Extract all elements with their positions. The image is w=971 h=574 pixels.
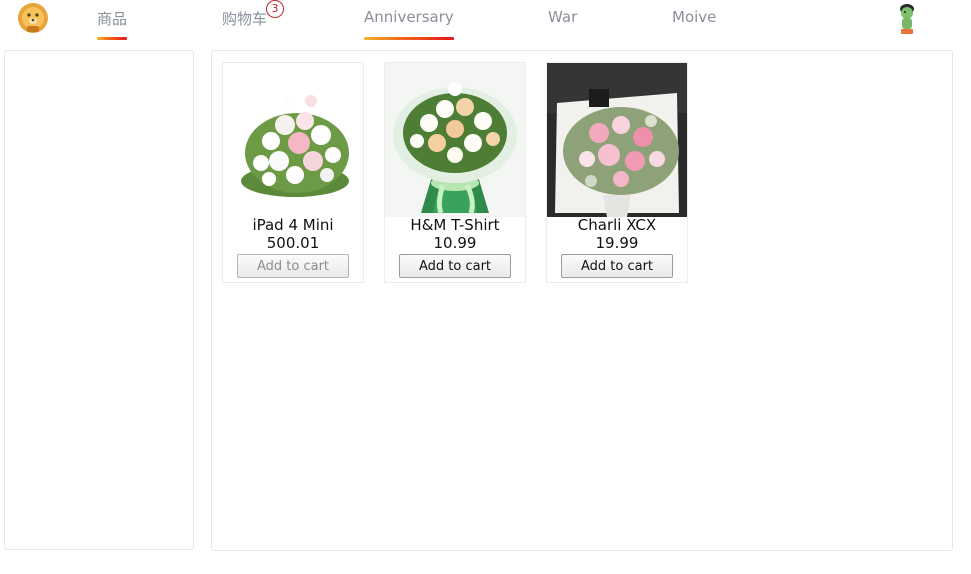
product-name: H&M T-Shirt bbox=[410, 216, 500, 234]
add-to-cart-button[interactable]: Add to cart bbox=[399, 254, 511, 278]
nav-tab-label: Moive bbox=[672, 8, 717, 26]
product-card: Charli XCX 19.99 Add to cart bbox=[546, 62, 688, 283]
add-to-cart-button[interactable]: Add to cart bbox=[237, 254, 349, 278]
top-nav: 商品 购物车 3 Anniversary War Moive bbox=[0, 0, 971, 46]
nav-tab-war[interactable]: War bbox=[548, 8, 577, 28]
product-card: H&M T-Shirt 10.99 Add to cart bbox=[384, 62, 526, 283]
product-name: Charli XCX bbox=[577, 216, 657, 234]
nav-tab-moive[interactable]: Moive bbox=[672, 8, 716, 28]
product-list-panel: iPad 4 Mini 500.01 Add to cart H&M T-Shi… bbox=[211, 50, 953, 551]
nav-tab-label: War bbox=[548, 8, 578, 26]
lion-logo-icon[interactable] bbox=[16, 2, 50, 34]
sidebar-panel bbox=[4, 50, 194, 550]
active-tab-underline bbox=[97, 37, 128, 40]
product-price: 500.01 bbox=[266, 234, 320, 252]
active-tab-underline bbox=[364, 37, 454, 40]
nav-tab-cart[interactable]: 购物车 3 bbox=[222, 0, 285, 28]
pink-rose-bouquet-image[interactable] bbox=[547, 63, 687, 217]
cart-count-badge: 3 bbox=[266, 0, 285, 18]
nav-tab-anniversary[interactable]: Anniversary bbox=[364, 8, 454, 40]
add-to-cart-button[interactable]: Add to cart bbox=[561, 254, 673, 278]
nav-tab-label: 购物车 bbox=[222, 10, 268, 28]
nav-tab-label: Anniversary bbox=[364, 8, 454, 26]
lily-rose-bouquet-image[interactable] bbox=[385, 63, 525, 217]
nav-tab-label: 商品 bbox=[97, 10, 128, 28]
product-name: iPad 4 Mini bbox=[252, 216, 334, 234]
product-price: 19.99 bbox=[595, 234, 639, 252]
product-card: iPad 4 Mini 500.01 Add to cart bbox=[222, 62, 364, 283]
product-price: 10.99 bbox=[433, 234, 477, 252]
user-avatar-icon[interactable] bbox=[893, 0, 921, 36]
nav-tab-products[interactable]: 商品 bbox=[97, 8, 128, 40]
white-pink-bouquet-image[interactable] bbox=[223, 63, 363, 217]
